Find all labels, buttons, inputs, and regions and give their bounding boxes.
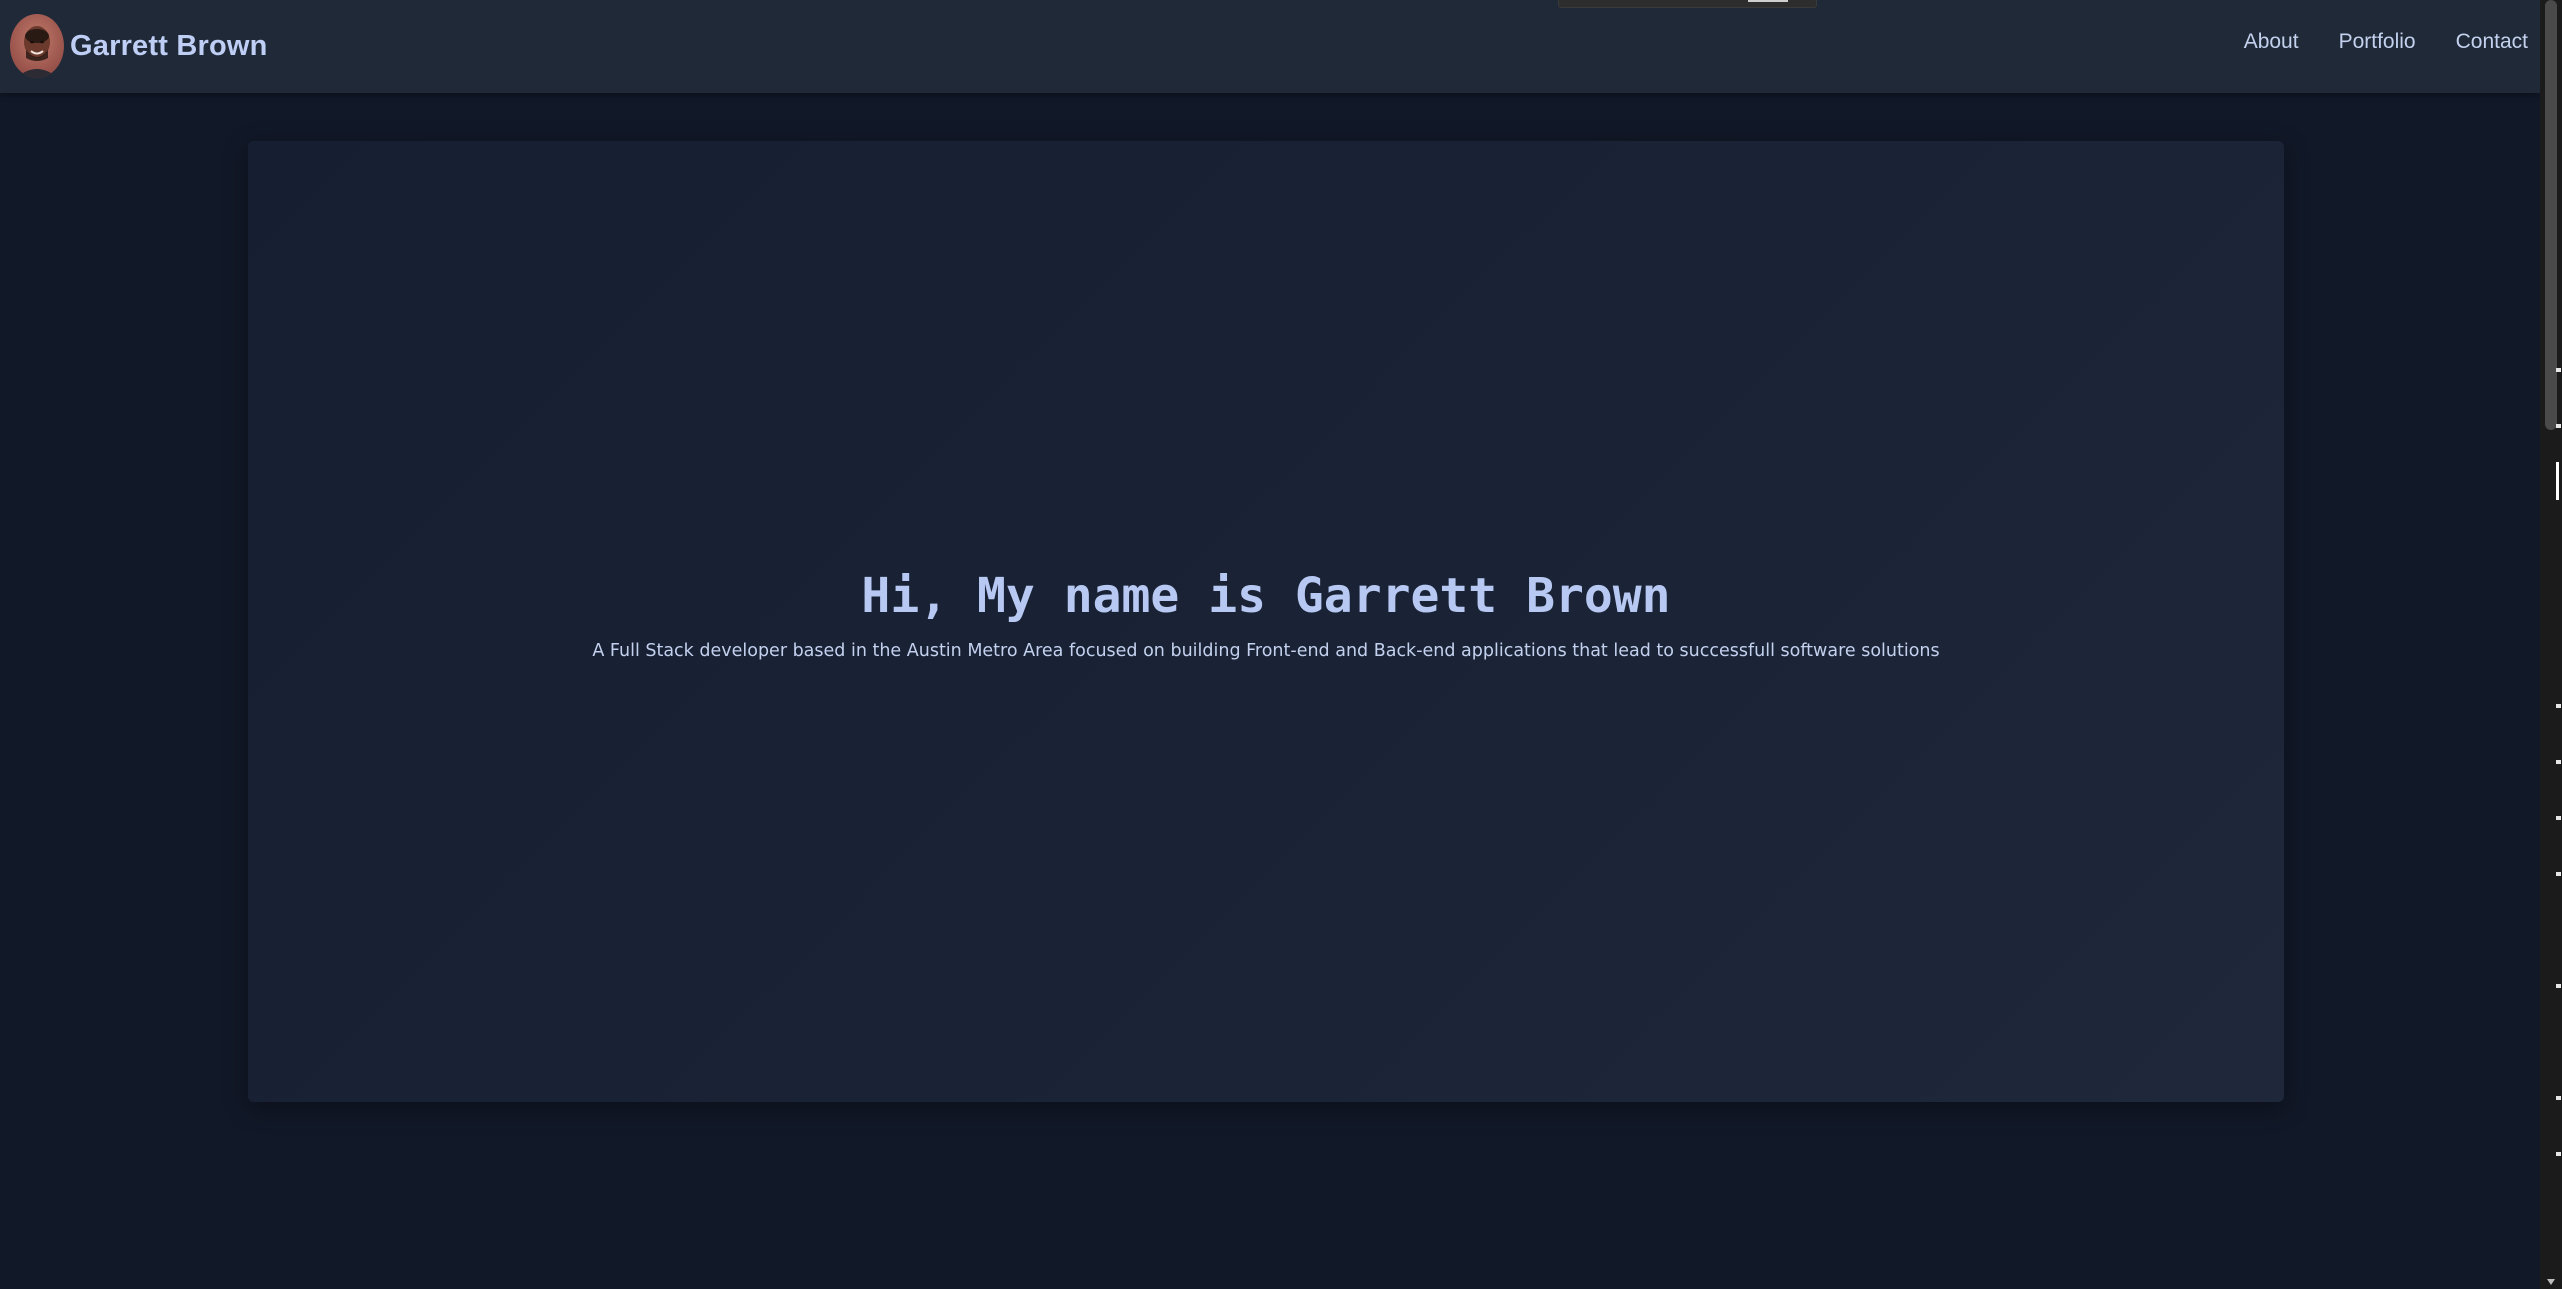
edge-marker: [2556, 872, 2561, 876]
brand-link[interactable]: Garrett Brown: [10, 14, 268, 78]
edge-marker: [2556, 704, 2561, 708]
hero-title: Hi, My name is Garrett Brown: [861, 568, 1671, 624]
nav-link-about[interactable]: About: [2244, 30, 2299, 54]
edge-marker: [2556, 424, 2561, 428]
profile-avatar: [10, 14, 64, 78]
top-overlay-tab: [1558, 0, 1817, 8]
overlay-handle: [1748, 0, 1788, 2]
profile-photo-icon: [10, 14, 64, 78]
page: Garrett Brown About Portfolio Contact Hi…: [0, 0, 2562, 1289]
edge-marker: [2556, 462, 2559, 500]
nav-link-portfolio[interactable]: Portfolio: [2339, 30, 2416, 54]
nav-link-contact[interactable]: Contact: [2456, 30, 2528, 54]
main-nav: About Portfolio Contact: [2204, 30, 2528, 54]
top-navbar: Garrett Brown About Portfolio Contact: [0, 0, 2540, 93]
edge-marker: [2556, 760, 2561, 764]
hero-card: Hi, My name is Garrett Brown A Full Stac…: [248, 141, 2284, 1102]
edge-markers: [2556, 0, 2562, 1289]
scroll-down-arrow-icon[interactable]: [2547, 1279, 2555, 1285]
edge-marker: [2556, 1152, 2561, 1156]
edge-marker: [2556, 816, 2561, 820]
edge-marker: [2556, 984, 2561, 988]
hero-subtitle: A Full Stack developer based in the Aust…: [592, 641, 1940, 661]
edge-marker: [2556, 368, 2561, 372]
brand-name: Garrett Brown: [70, 29, 268, 62]
edge-marker: [2556, 1096, 2561, 1100]
